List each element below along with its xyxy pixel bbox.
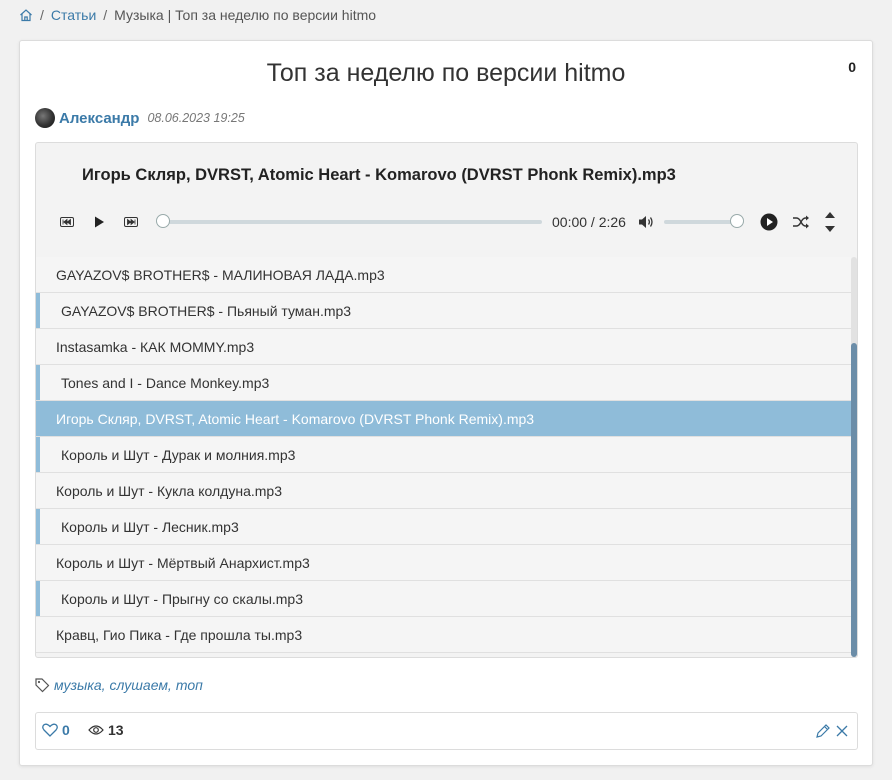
sort-icon[interactable] — [821, 209, 839, 235]
breadcrumb-current: Музыка | Топ за неделю по версии hitmo — [114, 7, 377, 23]
playlist-item-label: Король и Шут - Мёртвый Анархист.mp3 — [56, 554, 310, 571]
playlist-item[interactable]: Tones and I - Dance Monkey.mp3 — [36, 365, 851, 401]
playlist-item[interactable]: Король и Шут - Лесник.mp3 — [36, 509, 851, 545]
playlist-item-label: Кравц, Гио Пика - Где прошла ты.mp3 — [56, 626, 303, 643]
post-date: 08.06.2023 19:25 — [147, 111, 245, 125]
home-icon[interactable] — [19, 8, 33, 22]
breadcrumb-separator: / — [103, 7, 108, 23]
author-row: Александр 08.06.2023 19:25 — [35, 107, 245, 129]
prev-icon[interactable] — [58, 213, 76, 231]
playlist-item[interactable]: Кравц, Гио Пика - Где прошла ты.mp3 — [36, 617, 851, 653]
audio-player: Игорь Скляр, DVRST, Atomic Heart - Komar… — [35, 142, 858, 658]
volume-icon[interactable] — [637, 213, 655, 231]
playlist-item-label: GAYAZOV$ BROTHER$ - Пьяный туман.mp3 — [61, 302, 352, 319]
playlist-item-label: Игорь Скляр, DVRST, Atomic Heart - Komar… — [56, 410, 535, 427]
playlist-item[interactable]: GAYAZOV$ BROTHER$ - Пьяный туман.mp3 — [36, 293, 851, 329]
page-title: Топ за неделю по версии hitmo — [266, 59, 626, 87]
playlist-item[interactable]: Instasamka - КАК MOMMY.mp3 — [36, 329, 851, 365]
playlist-item-label: Король и Шут - Прыгну со скалы.mp3 — [61, 590, 303, 607]
footer-actions — [815, 723, 849, 739]
avatar[interactable] — [35, 108, 55, 128]
playlist-item[interactable]: Король и Шут - Дурак и молния.mp3 — [36, 437, 851, 473]
playlist-item[interactable]: Король и Шут - Прыгну со скалы.mp3 — [36, 581, 851, 617]
views: 13 — [88, 722, 124, 738]
time-display: 00:00 / 2:26 — [552, 214, 626, 230]
playlist-item-label: Король и Шут - Лесник.mp3 — [61, 518, 239, 535]
playlist-item[interactable]: GAYAZOV$ BROTHER$ - МАЛИНОВАЯ ЛАДА.mp3 — [36, 257, 851, 293]
tag-icon — [35, 677, 50, 693]
playlist-item-label: Король и Шут - Кукла колдуна.mp3 — [56, 482, 282, 499]
next-icon[interactable] — [122, 213, 140, 231]
tag-link[interactable]: топ — [176, 677, 203, 693]
play-circle-icon[interactable] — [760, 213, 778, 231]
breadcrumb-separator: / — [40, 7, 44, 23]
playlist-item-label: Instasamka - КАК MOMMY.mp3 — [56, 338, 255, 355]
view-count: 13 — [108, 722, 124, 738]
volume-slider[interactable] — [664, 214, 744, 228]
playlist-item-label: GAYAZOV$ BROTHER$ - МАЛИНОВАЯ ЛАДА.mp3 — [56, 266, 385, 283]
tags: музыка, слушаем, топ — [35, 676, 203, 694]
playlist: GAYAZOV$ BROTHER$ - МАЛИНОВАЯ ЛАДА.mp3 GA… — [36, 257, 851, 657]
tag-link[interactable]: музыка — [54, 677, 102, 693]
like-count: 0 — [62, 722, 70, 738]
breadcrumb-link-articles[interactable]: Статьи — [51, 7, 96, 23]
breadcrumb: / Статьи / Музыка | Топ за неделю по вер… — [19, 5, 376, 25]
author-name[interactable]: Александр — [59, 110, 139, 127]
close-icon[interactable] — [835, 724, 849, 738]
eye-icon — [88, 724, 104, 736]
article-footer: 0 13 — [35, 712, 858, 750]
like-button[interactable]: 0 — [42, 722, 70, 738]
play-icon[interactable] — [90, 213, 108, 231]
now-playing-title: Игорь Скляр, DVRST, Atomic Heart - Komar… — [82, 166, 676, 184]
shuffle-icon[interactable] — [792, 213, 810, 231]
edit-icon[interactable] — [815, 723, 831, 739]
player-controls: 00:00 / 2:26 — [36, 207, 857, 237]
volume-knob[interactable] — [730, 214, 744, 228]
heart-icon — [42, 723, 58, 737]
tag-link[interactable]: слушаем — [110, 677, 168, 693]
progress-bar[interactable] — [156, 214, 542, 228]
scrollbar-thumb[interactable] — [851, 343, 857, 657]
playlist-item-label: Король и Шут - Дурак и молния.mp3 — [61, 446, 296, 463]
playlist-item[interactable]: Игорь Скляр, DVRST, Atomic Heart - Komar… — [36, 401, 851, 437]
playlist-item[interactable]: Король и Шут - Кукла колдуна.mp3 — [36, 473, 851, 509]
article-card: 0 Топ за неделю по версии hitmo Александ… — [19, 40, 873, 766]
playlist-scrollbar[interactable] — [851, 257, 857, 657]
progress-knob[interactable] — [156, 214, 170, 228]
playlist-item[interactable]: Король и Шут - Мёртвый Анархист.mp3 — [36, 545, 851, 581]
playlist-item-label: Tones and I - Dance Monkey.mp3 — [61, 374, 270, 391]
